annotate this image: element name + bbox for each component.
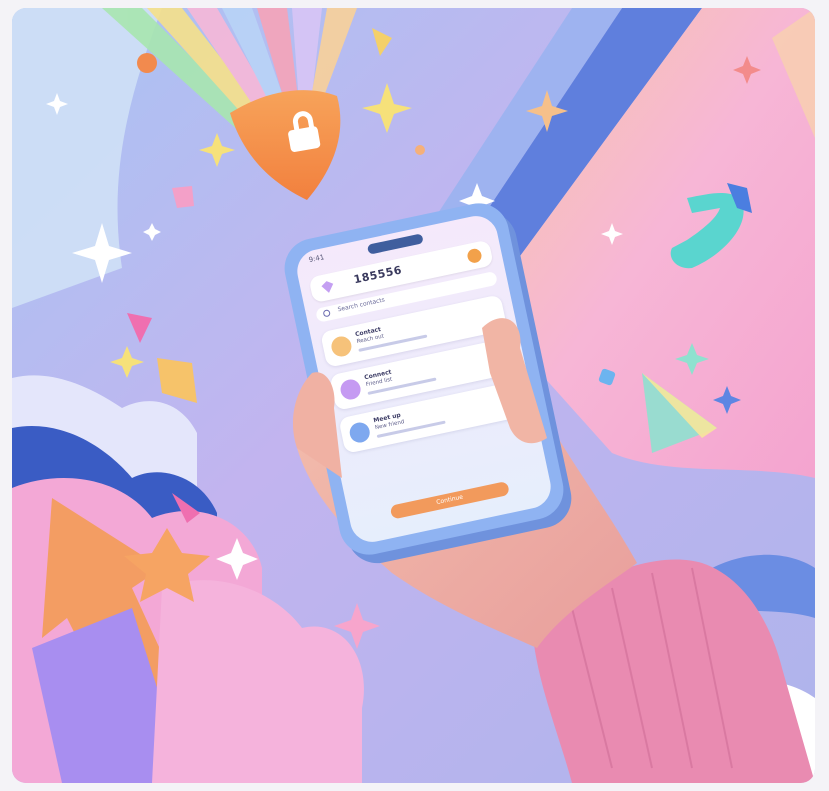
card-meta: 12:30 — [488, 344, 504, 354]
status-label: 9:41 — [307, 253, 326, 265]
phone-notch — [366, 233, 424, 255]
avatar — [347, 420, 372, 445]
avatar — [329, 334, 354, 359]
gem-icon — [321, 281, 334, 293]
avatar — [338, 377, 363, 402]
small-orb — [415, 145, 425, 155]
illustration-frame: 9:41 185556 Search contacts Contact Reac… — [12, 8, 815, 783]
card-meta: 5:45 — [500, 387, 514, 397]
continue-button[interactable]: Continue — [389, 480, 510, 520]
search-icon — [322, 309, 331, 318]
continue-label: Continue — [435, 493, 464, 507]
orange-orb — [137, 53, 157, 73]
search-text: Search contacts — [337, 296, 386, 314]
coin-icon[interactable] — [466, 247, 483, 265]
header-number: 185556 — [352, 263, 404, 287]
